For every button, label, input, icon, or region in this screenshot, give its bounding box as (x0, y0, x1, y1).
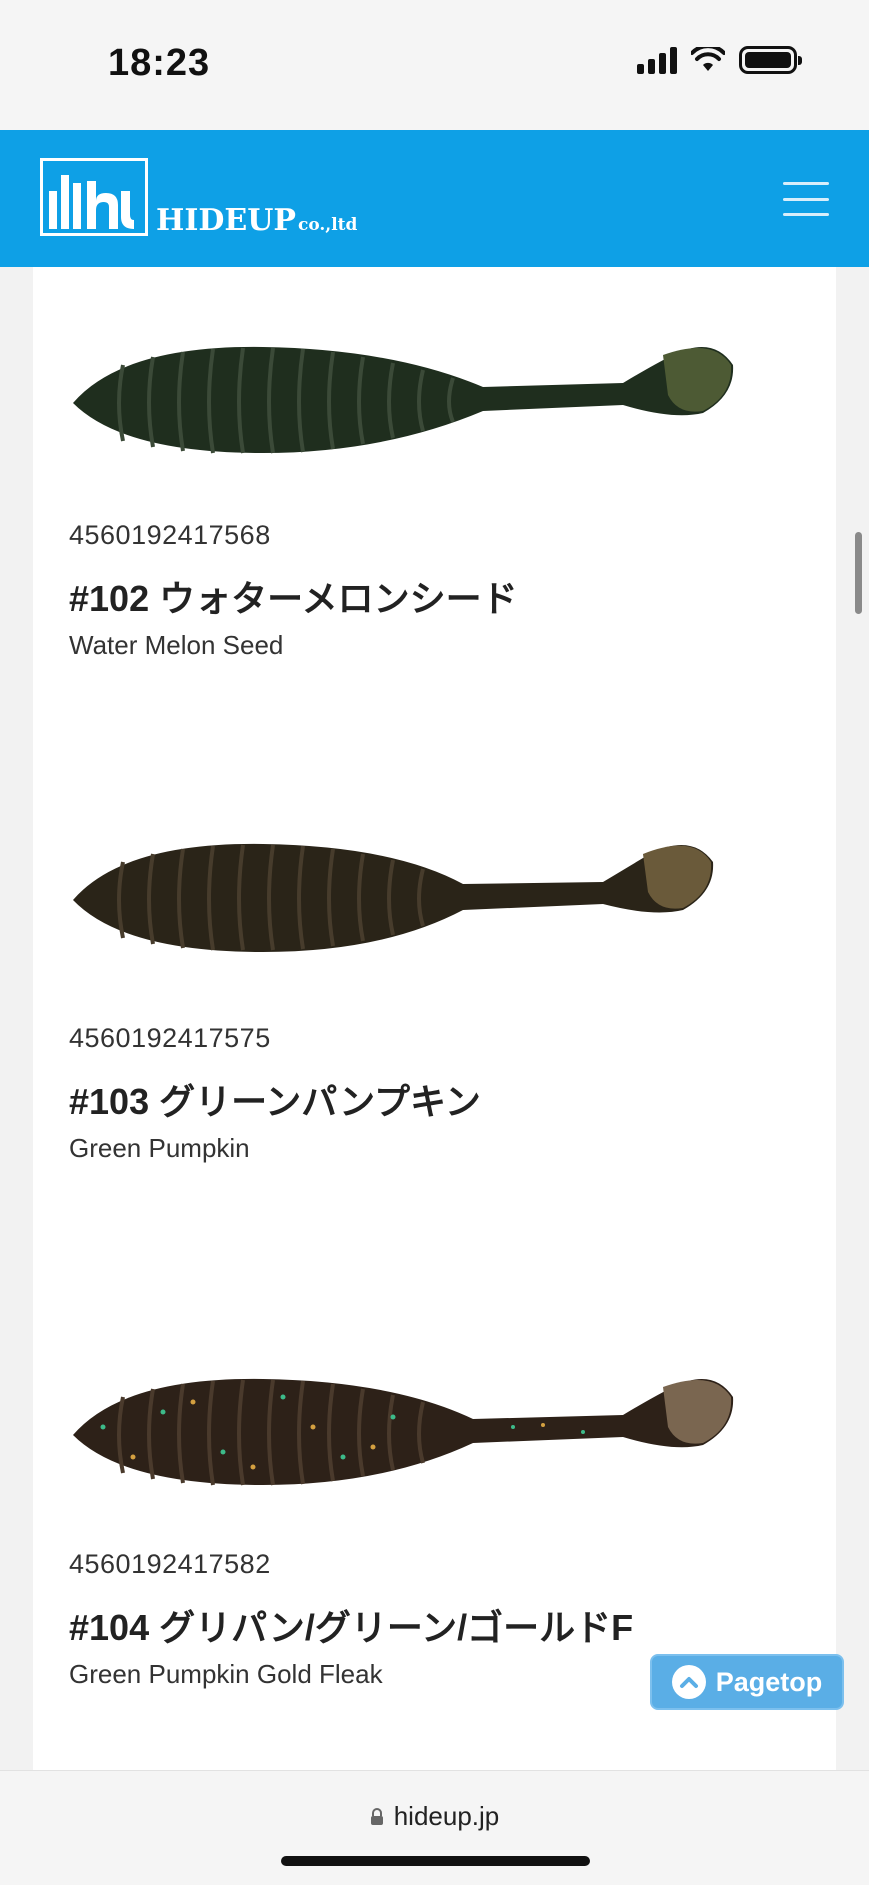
product-name-en: Water Melon Seed (69, 630, 284, 660)
status-icons (637, 46, 802, 74)
logo-subtext: co.,ltd (297, 215, 358, 235)
url-display[interactable]: hideup.jp (0, 1801, 869, 1832)
lock-icon (370, 1807, 383, 1825)
product-list: 4560192417568 #102 ウォターメロンシード Water Melo… (33, 267, 836, 1770)
chevron-up-icon (671, 1665, 706, 1699)
logo-text: HIDEUP (156, 203, 296, 238)
battery-icon (739, 46, 802, 74)
url-text: hideup.jp (393, 1801, 500, 1831)
pagetop-button[interactable]: Pagetop (650, 1654, 844, 1710)
product-name-en: Green Pumpkin (69, 1133, 250, 1163)
product-name: #104 グリパン/グリーン/ゴールドF (69, 1607, 634, 1648)
pagetop-label: Pagetop (715, 1666, 823, 1697)
hamburger-menu-icon[interactable] (783, 182, 829, 216)
product-code: 4560192417582 (69, 1549, 271, 1579)
signal-icon (637, 46, 677, 74)
browser-url-bar[interactable]: hideup.jp (0, 1770, 869, 1885)
product-image (73, 843, 714, 952)
product-image (73, 1378, 734, 1486)
product-code: 4560192417575 (69, 1023, 271, 1053)
wifi-icon (691, 47, 725, 71)
product-name-en: Green Pumpkin Gold Fleak (69, 1659, 383, 1689)
product-image (73, 346, 734, 454)
product-name: #102 ウォターメロンシード (69, 578, 518, 619)
product-code: 4560192417568 (69, 520, 271, 550)
logo-mark-icon (40, 158, 148, 236)
status-time: 18:23 (108, 42, 211, 84)
home-indicator[interactable] (281, 1856, 590, 1866)
site-header: HIDEUP co.,ltd (0, 130, 869, 267)
scrollbar[interactable] (855, 532, 862, 614)
site-logo[interactable]: HIDEUP co.,ltd (40, 158, 357, 236)
product-name: #103 グリーンパンプキン (69, 1081, 481, 1122)
status-bar: 18:23 (0, 0, 869, 130)
